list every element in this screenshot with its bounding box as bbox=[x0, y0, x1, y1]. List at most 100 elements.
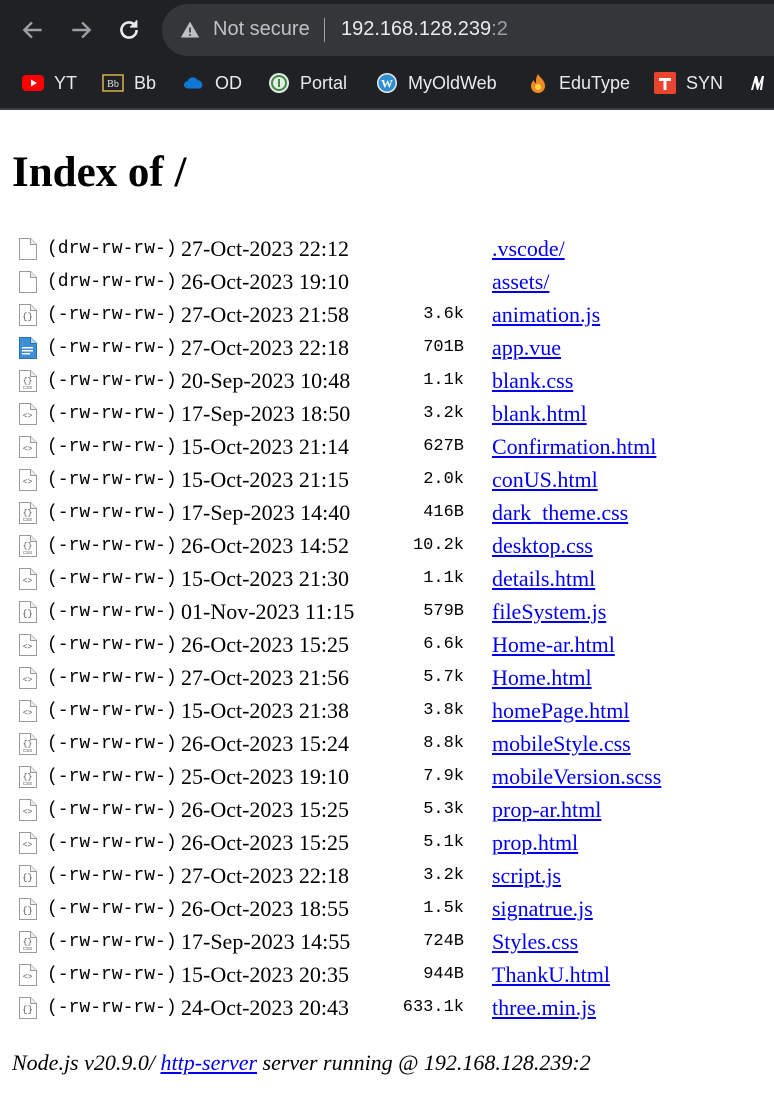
footer-prefix: Node.js v20.9.0/ bbox=[12, 1050, 161, 1075]
file-link[interactable]: mobileStyle.css bbox=[492, 731, 631, 757]
file-link[interactable]: Home-ar.html bbox=[492, 632, 615, 658]
file-link[interactable]: animation.js bbox=[492, 302, 600, 328]
http-server-link[interactable]: http-server bbox=[161, 1050, 258, 1075]
file-link[interactable]: blank.css bbox=[492, 368, 573, 394]
wordpress-icon: W bbox=[376, 72, 398, 94]
file-link[interactable]: app.vue bbox=[492, 335, 561, 361]
file-link[interactable]: fileSystem.js bbox=[492, 599, 606, 625]
file-link[interactable]: Styles.css bbox=[492, 929, 578, 955]
url-text[interactable]: 192.168.128.239:2 bbox=[341, 18, 508, 41]
bookmark-syn[interactable]: SYN bbox=[654, 70, 723, 96]
file-size: 3.6k bbox=[423, 305, 464, 324]
bookmark-yt[interactable]: YT bbox=[22, 70, 77, 96]
svg-text:CSS: CSS bbox=[23, 550, 32, 555]
bookmark-od[interactable]: OD bbox=[183, 70, 242, 96]
file-row: {} (-rw-rw-rw-) 24-Oct-2023 20:43 633.1k thr… bbox=[18, 992, 758, 1025]
html-file-icon: <> bbox=[18, 667, 38, 689]
address-bar[interactable]: Not secure 192.168.128.239:2 bbox=[162, 4, 774, 56]
file-permissions: (-rw-rw-rw-) bbox=[47, 404, 177, 424]
file-size: 579B bbox=[423, 602, 464, 621]
file-link[interactable]: signatrue.js bbox=[492, 896, 593, 922]
file-modified-date: 15-Oct-2023 21:15 bbox=[181, 467, 350, 492]
css-file-icon: {} CSS bbox=[18, 502, 38, 524]
file-permissions: (-rw-rw-rw-) bbox=[47, 305, 177, 325]
html-file-icon: <> bbox=[18, 634, 38, 656]
file-size: 6.6k bbox=[423, 635, 464, 654]
svg-text:<>: <> bbox=[23, 643, 33, 652]
html-file-icon: <> bbox=[18, 799, 38, 821]
bookmark-portal[interactable]: Portal bbox=[268, 70, 347, 96]
bookmark-myoldweb[interactable]: W MyOldWeb bbox=[376, 70, 497, 96]
css-file-icon: {} CSS bbox=[18, 733, 38, 755]
svg-text:CSS: CSS bbox=[23, 517, 32, 522]
file-permissions: (-rw-rw-rw-) bbox=[47, 371, 177, 391]
svg-text:<>: <> bbox=[23, 577, 33, 586]
reload-button[interactable] bbox=[114, 15, 144, 45]
file-permissions: (drw-rw-rw-) bbox=[47, 239, 177, 259]
bookmark-m[interactable] bbox=[748, 70, 774, 96]
html-file-icon: <> bbox=[18, 832, 38, 854]
file-link[interactable]: .vscode/ bbox=[492, 236, 565, 262]
footer-suffix: server running @ 192.168.128.239:2 bbox=[257, 1050, 591, 1075]
file-row: <> (-rw-rw-rw-) 15-Oct-2023 21:14 627B Confi… bbox=[18, 431, 758, 464]
file-size: 5.7k bbox=[423, 668, 464, 687]
file-row: {} CSS (-rw-rw-rw-) 26-Oct-2023 15:24 8.8k mo… bbox=[18, 728, 758, 761]
file-link[interactable]: prop.html bbox=[492, 830, 578, 856]
file-size: 3.8k bbox=[423, 701, 464, 720]
page-title: Index of / bbox=[12, 149, 187, 196]
file-permissions: (-rw-rw-rw-) bbox=[47, 536, 177, 556]
folder-icon bbox=[18, 271, 38, 293]
file-link[interactable]: script.js bbox=[492, 863, 561, 889]
file-link[interactable]: ThankU.html bbox=[492, 962, 610, 988]
bookmark-edutype[interactable]: EduType bbox=[527, 70, 630, 96]
file-link[interactable]: three.min.js bbox=[492, 995, 596, 1021]
file-row: <> (-rw-rw-rw-) 15-Oct-2023 21:30 1.1k detai… bbox=[18, 563, 758, 596]
file-permissions: (-rw-rw-rw-) bbox=[47, 899, 177, 919]
bookmark-bb[interactable]: Bb Bb bbox=[102, 70, 156, 96]
svg-text:<>: <> bbox=[23, 709, 33, 718]
m-logo-icon bbox=[748, 72, 770, 94]
file-link[interactable]: blank.html bbox=[492, 401, 587, 427]
svg-text:<>: <> bbox=[23, 676, 33, 685]
file-permissions: (drw-rw-rw-) bbox=[47, 272, 177, 292]
file-row: {} CSS (-rw-rw-rw-) 20-Sep-2023 10:48 1.1k bl… bbox=[18, 365, 758, 398]
html-file-icon: <> bbox=[18, 436, 38, 458]
file-row: <> (-rw-rw-rw-) 17-Sep-2023 18:50 3.2k blank… bbox=[18, 398, 758, 431]
youtube-icon bbox=[22, 72, 44, 94]
svg-text:W: W bbox=[381, 77, 393, 91]
file-link[interactable]: Confirmation.html bbox=[492, 434, 656, 460]
file-link[interactable]: homePage.html bbox=[492, 698, 629, 724]
reload-icon bbox=[120, 20, 138, 39]
back-button[interactable] bbox=[18, 15, 48, 45]
html-file-icon: <> bbox=[18, 469, 38, 491]
file-link[interactable]: conUS.html bbox=[492, 467, 598, 493]
file-link[interactable]: desktop.css bbox=[492, 533, 593, 559]
file-row: <> (-rw-rw-rw-) 26-Oct-2023 15:25 6.6k Home-… bbox=[18, 629, 758, 662]
file-size: 627B bbox=[423, 437, 464, 456]
warning-triangle-icon[interactable] bbox=[180, 20, 200, 40]
file-link[interactable]: mobileVersion.scss bbox=[492, 764, 661, 790]
file-link[interactable]: Home.html bbox=[492, 665, 592, 691]
file-row: {} CSS (-rw-rw-rw-) 17-Sep-2023 14:40 416B da… bbox=[18, 497, 758, 530]
file-size: 3.2k bbox=[423, 404, 464, 423]
file-link[interactable]: assets/ bbox=[492, 269, 549, 295]
svg-text:<>: <> bbox=[23, 841, 33, 850]
file-modified-date: 17-Sep-2023 14:55 bbox=[181, 929, 351, 954]
bookmarks-bar: YT Bb Bb OD Portal W MyOldWeb EduType SY… bbox=[0, 62, 774, 104]
file-size: 2.0k bbox=[423, 470, 464, 489]
svg-text:{}: {} bbox=[22, 873, 33, 883]
file-row: {} CSS (-rw-rw-rw-) 25-Oct-2023 19:10 7.9k mo… bbox=[18, 761, 758, 794]
file-row: <> (-rw-rw-rw-) 15-Oct-2023 21:38 3.8k homeP… bbox=[18, 695, 758, 728]
file-link[interactable]: details.html bbox=[492, 566, 595, 592]
file-permissions: (-rw-rw-rw-) bbox=[47, 833, 177, 853]
file-row: {} (-rw-rw-rw-) 27-Oct-2023 22:18 3.2k scrip… bbox=[18, 860, 758, 893]
forward-button[interactable] bbox=[66, 15, 96, 45]
file-link[interactable]: prop-ar.html bbox=[492, 797, 601, 823]
security-status-label[interactable]: Not secure bbox=[213, 18, 310, 41]
file-link[interactable]: dark_theme.css bbox=[492, 500, 628, 526]
svg-text:{}: {} bbox=[22, 906, 33, 916]
file-modified-date: 25-Oct-2023 19:10 bbox=[181, 764, 350, 789]
file-permissions: (-rw-rw-rw-) bbox=[47, 734, 177, 754]
file-modified-date: 26-Oct-2023 19:10 bbox=[181, 269, 350, 294]
toolbar-divider bbox=[0, 108, 774, 110]
